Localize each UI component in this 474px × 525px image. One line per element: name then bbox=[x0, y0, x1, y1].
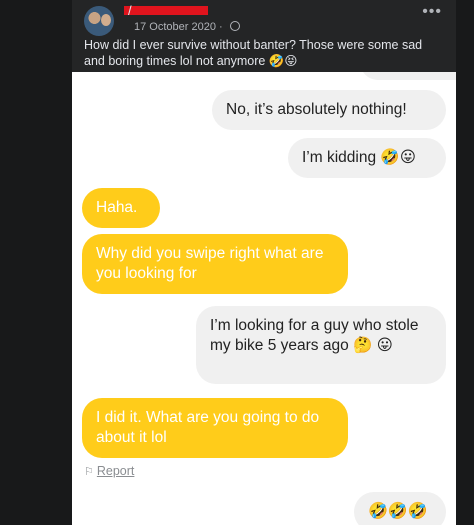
message-incoming: Haha. bbox=[82, 188, 160, 228]
message-outgoing: 🤣🤣🤣 bbox=[354, 492, 446, 525]
author-name-visible-fragment: / bbox=[128, 3, 132, 18]
more-options-icon[interactable]: ••• bbox=[422, 4, 442, 20]
report-link[interactable]: ⚐ Report bbox=[84, 464, 134, 478]
message-incoming: Why did you swipe right what are you loo… bbox=[82, 234, 348, 294]
post-date-text: 17 October 2020 · bbox=[134, 21, 226, 33]
message-outgoing: I’m kidding 🤣😛 bbox=[288, 138, 446, 178]
globe-icon bbox=[229, 21, 240, 31]
author-name-redacted bbox=[124, 6, 208, 15]
facebook-post-card: / 17 October 2020 · ••• How did I ever s… bbox=[72, 0, 456, 525]
cropped-message-bubble bbox=[360, 72, 456, 80]
post-timestamp[interactable]: 17 October 2020 · bbox=[134, 20, 240, 33]
report-label: Report bbox=[96, 464, 135, 478]
attached-chat-screenshot[interactable]: No, it’s absolutely nothing! I’m kidding… bbox=[72, 72, 456, 525]
message-outgoing: I’m looking for a guy who stole my bike … bbox=[196, 306, 446, 384]
post-caption: How did I ever survive without banter? T… bbox=[84, 38, 423, 68]
message-incoming: I did it. What are you going to do about… bbox=[82, 398, 348, 458]
flag-icon: ⚐ bbox=[84, 466, 94, 478]
post-header: / 17 October 2020 · ••• bbox=[84, 3, 444, 36]
message-outgoing: No, it’s absolutely nothing! bbox=[212, 90, 446, 130]
avatar-icon[interactable] bbox=[84, 6, 114, 36]
